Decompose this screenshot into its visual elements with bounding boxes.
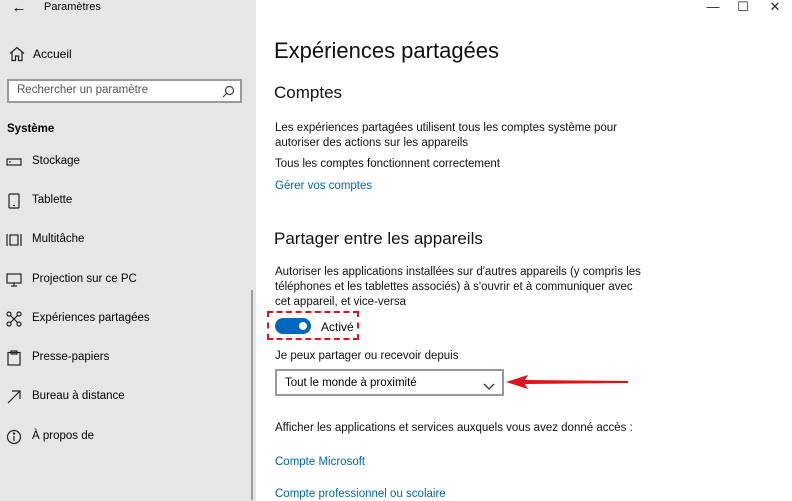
remote-desktop-icon <box>6 389 22 405</box>
multitask-icon <box>6 232 22 248</box>
sidebar-item-label: Expériences partagées <box>32 312 150 324</box>
toggle-state-label: Activé <box>321 320 354 334</box>
share-scope-dropdown[interactable]: Tout le monde à proximité <box>275 369 504 396</box>
sidebar-item-clipboard[interactable]: Presse-papiers <box>0 346 256 370</box>
sidebar: ← Paramètres Accueil Système Stockage <box>0 0 256 501</box>
minimize-button[interactable]: — <box>696 0 730 16</box>
maximize-button[interactable]: ☐ <box>726 0 760 16</box>
dropdown-value: Tout le monde à proximité <box>285 377 417 389</box>
manage-accounts-link[interactable]: Gérer vos comptes <box>275 180 372 192</box>
search-box[interactable] <box>7 79 242 103</box>
sidebar-section-title: Système <box>7 123 55 135</box>
sidebar-item-label: Bureau à distance <box>32 390 125 402</box>
accounts-description-line: autoriser des actions sur les appareils <box>275 137 469 149</box>
sidebar-item-shared-experiences[interactable]: Expériences partagées <box>0 307 256 331</box>
storage-icon <box>6 154 22 170</box>
main-content: — ☐ ✕ Expériences partagées Comptes Les … <box>256 0 792 501</box>
page-title: Expériences partagées <box>274 38 500 63</box>
sidebar-home-label: Accueil <box>33 47 72 61</box>
sidebar-scrollbar[interactable] <box>251 290 253 500</box>
info-icon <box>6 429 22 445</box>
sidebar-item-label: Stockage <box>32 155 80 167</box>
sidebar-item-tablet[interactable]: Tablette <box>0 189 256 213</box>
sidebar-item-about[interactable]: À propos de <box>0 425 256 449</box>
dropdown-label: Je peux partager ou recevoir depuis <box>275 350 459 362</box>
share-across-heading: Partager entre les appareils <box>274 229 483 248</box>
clipboard-icon <box>6 350 22 366</box>
work-account-link[interactable]: Compte professionnel ou scolaire <box>275 488 446 500</box>
sidebar-item-label: À propos de <box>32 430 95 442</box>
accounts-heading: Comptes <box>274 83 343 102</box>
microsoft-account-link[interactable]: Compte Microsoft <box>275 456 365 468</box>
sidebar-item-multitask[interactable]: Multitâche <box>0 228 256 252</box>
annotation-arrow <box>506 375 628 389</box>
sidebar-home[interactable]: Accueil <box>0 43 256 65</box>
share-description-line: téléphones et les tablettes associés) à … <box>275 281 633 293</box>
sidebar-item-label: Presse-papiers <box>32 351 110 363</box>
tablet-icon <box>6 193 22 209</box>
close-button[interactable]: ✕ <box>758 0 792 16</box>
back-button[interactable]: ← <box>9 0 29 16</box>
toggle-knob <box>299 322 307 330</box>
share-description-line: cet appareil, et vice-versa <box>275 296 407 308</box>
chevron-down-icon <box>483 378 495 396</box>
share-toggle[interactable] <box>275 318 311 334</box>
search-icon[interactable] <box>222 85 235 103</box>
accounts-status: Tous les comptes fonctionnent correcteme… <box>275 158 501 170</box>
apps-access-label: Afficher les applications et services au… <box>275 422 633 434</box>
sidebar-item-label: Projection sur ce PC <box>32 273 137 285</box>
share-description-line: Autoriser les applications installées su… <box>275 266 641 278</box>
home-icon <box>8 45 26 68</box>
sidebar-item-label: Tablette <box>32 194 73 206</box>
accounts-description-line: Les expériences partagées utilisent tous… <box>275 122 617 134</box>
sidebar-item-remote-desktop[interactable]: Bureau à distance <box>0 385 256 409</box>
projection-icon <box>6 272 22 288</box>
sidebar-item-storage[interactable]: Stockage <box>0 150 256 174</box>
app-title: Paramètres <box>44 1 101 13</box>
search-input[interactable] <box>17 84 217 96</box>
sidebar-item-label: Multitâche <box>32 233 85 245</box>
shared-experiences-icon <box>6 311 22 327</box>
sidebar-item-projection[interactable]: Projection sur ce PC <box>0 268 256 292</box>
